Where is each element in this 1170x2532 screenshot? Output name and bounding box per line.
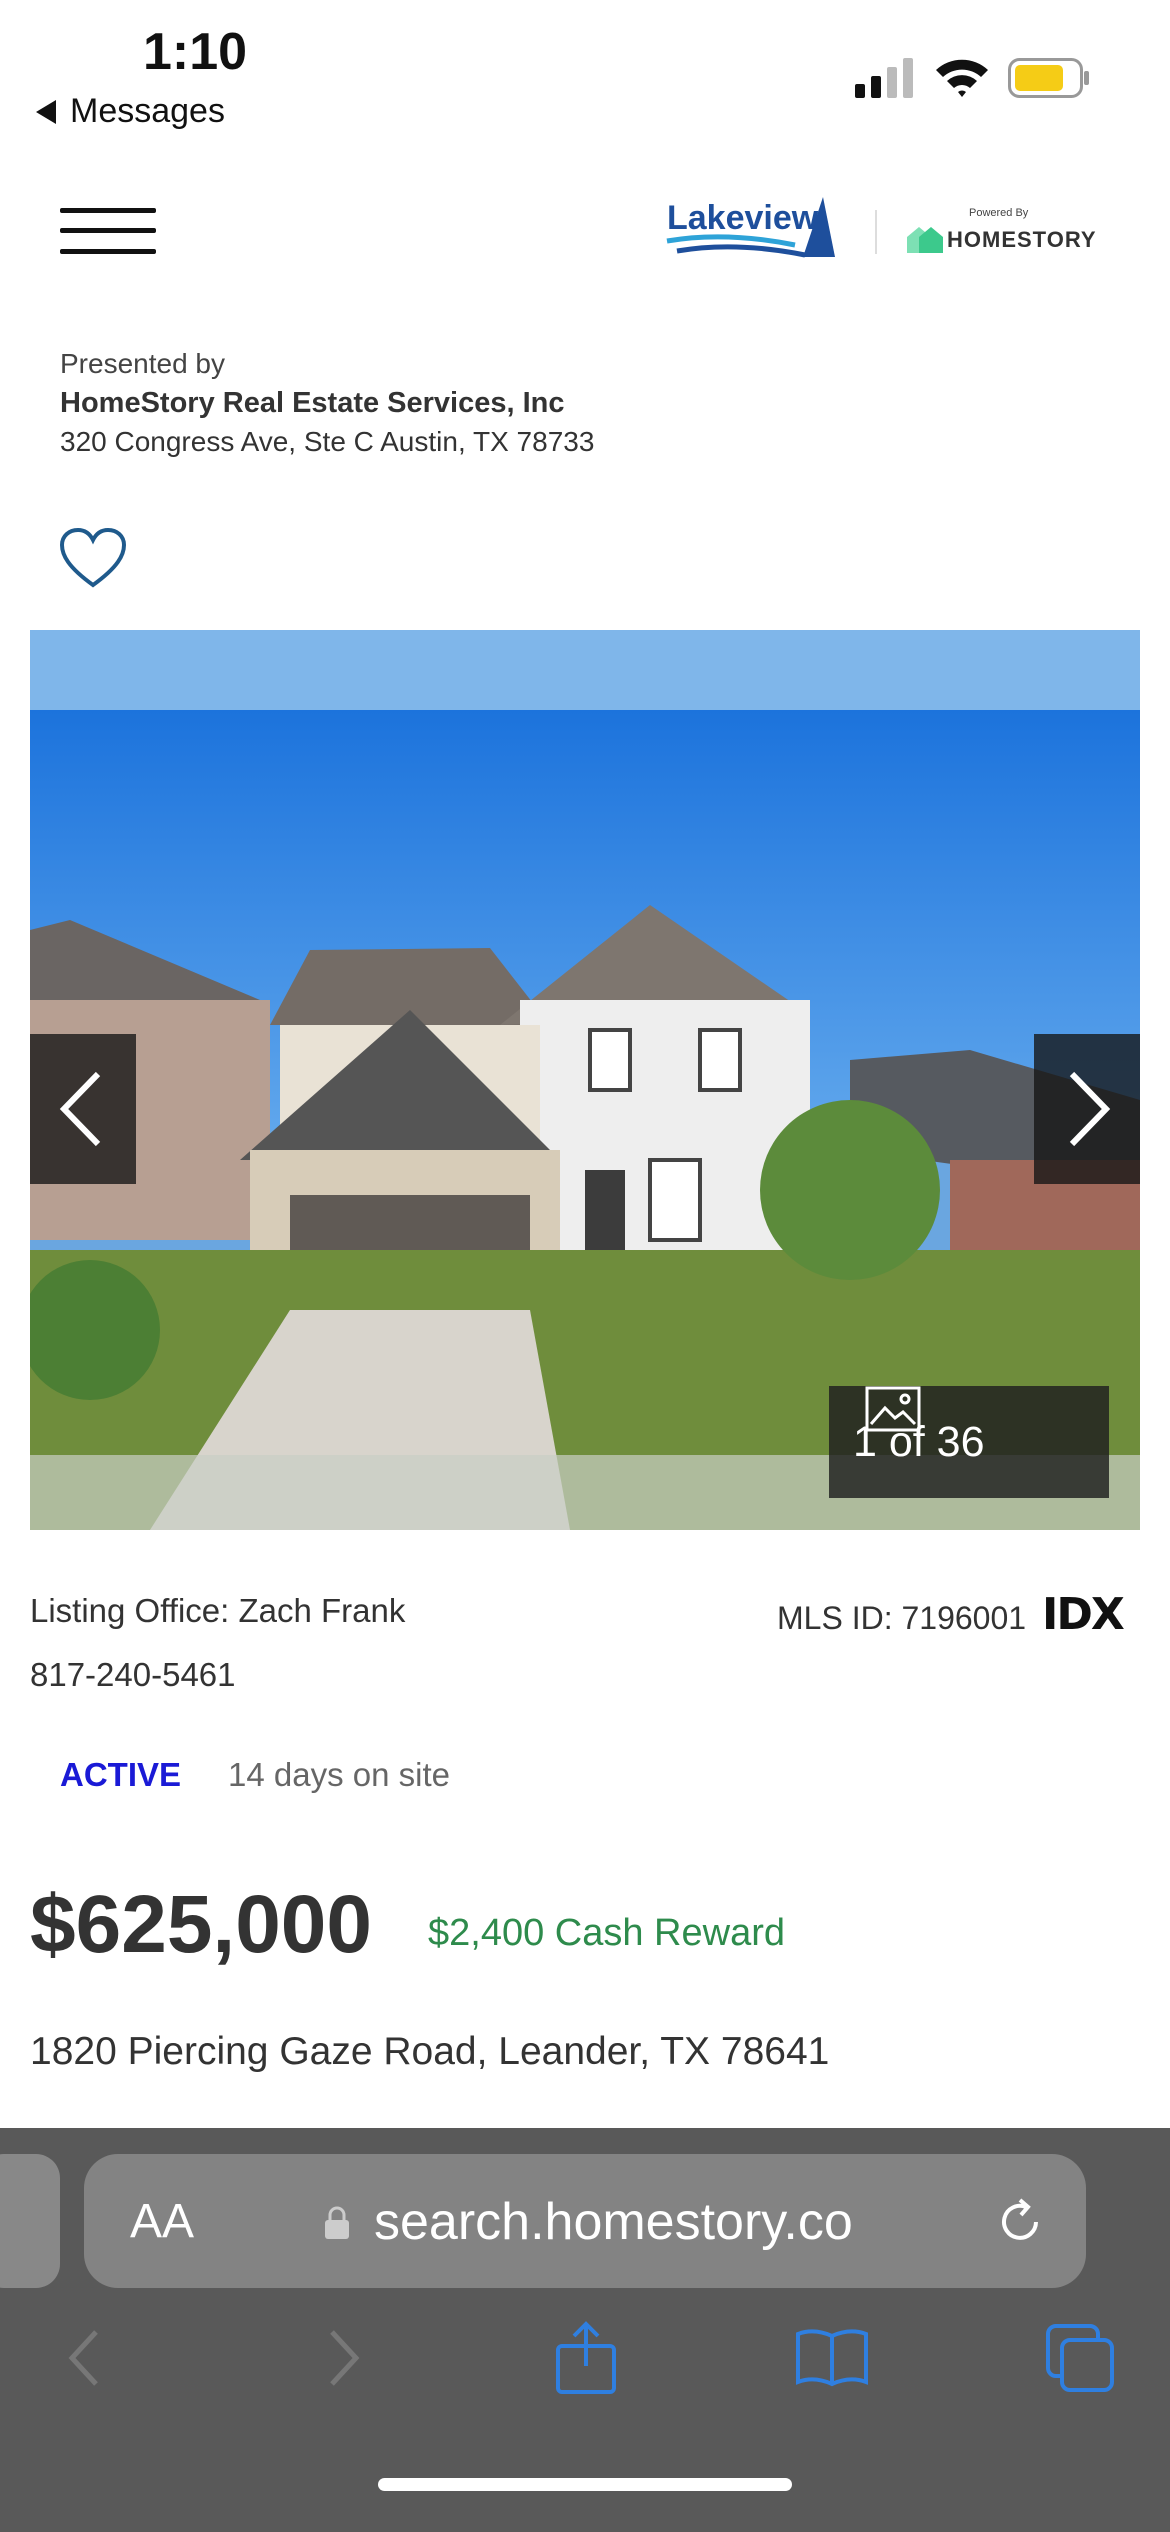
idx-logo-text: IDX — [1042, 1589, 1125, 1640]
menu-line — [60, 228, 156, 233]
broker-name: HomeStory Real Estate Services, Inc — [60, 387, 565, 419]
previous-tab-peek[interactable] — [0, 2154, 60, 2288]
lakeview-logo[interactable]: Lakeview — [665, 195, 840, 267]
cash-reward[interactable]: $2,400 Cash Reward — [428, 1912, 785, 1955]
chevron-left-icon — [59, 1071, 101, 1147]
address-bar[interactable]: AA search.homestory.co — [84, 2154, 1086, 2288]
home-indicator[interactable] — [378, 2478, 792, 2491]
listing-phone[interactable]: 817-240-5461 — [30, 1656, 236, 1694]
prev-photo-button[interactable] — [30, 1034, 136, 1184]
status-badge: ACTIVE — [60, 1756, 182, 1793]
back-app-label: Messages — [70, 92, 225, 130]
presented-by-label: Presented by — [60, 348, 225, 379]
favorite-heart-icon[interactable] — [58, 527, 128, 591]
lock-icon — [325, 2206, 349, 2239]
menu-line — [60, 249, 156, 254]
property-address: 1820 Piercing Gaze Road, Leander, TX 786… — [30, 2030, 830, 2073]
idx-logo: IDX — [1038, 1587, 1140, 1640]
share-icon[interactable] — [548, 2320, 624, 2396]
logo-divider — [875, 210, 877, 254]
image-icon — [865, 1386, 921, 1432]
chevron-right-icon — [1069, 1071, 1111, 1147]
back-to-messages[interactable]: Messages — [36, 92, 225, 131]
listing-price: $625,000 — [30, 1879, 373, 1970]
powered-by-label: Powered By — [969, 207, 1029, 219]
homestory-logo-text: HOMESTORY — [947, 227, 1097, 252]
cellular-signal-icon — [855, 58, 913, 98]
url-text: search.homestory.co — [374, 2193, 853, 2251]
homestory-house-icon — [907, 227, 943, 253]
listing-photo-carousel[interactable]: 1 of 36 — [30, 630, 1140, 1530]
listing-office: Listing Office: Zach Frank — [30, 1592, 406, 1629]
back-chevron-icon[interactable] — [50, 2320, 126, 2396]
homestory-logo[interactable]: Powered By HOMESTORY — [905, 205, 1097, 255]
days-on-site: 14 days on site — [228, 1756, 450, 1793]
back-triangle-icon — [36, 99, 56, 124]
wifi-icon — [936, 59, 988, 97]
next-photo-button[interactable] — [1034, 1034, 1140, 1184]
text-size-button[interactable]: AA — [130, 2194, 194, 2249]
mls-id: MLS ID: 7196001 — [777, 1600, 1027, 1636]
photo-counter-button[interactable]: 1 of 36 — [829, 1386, 1109, 1498]
tabs-icon[interactable] — [1042, 2320, 1118, 2396]
menu-button[interactable] — [60, 206, 156, 256]
menu-line — [60, 208, 156, 213]
reload-icon[interactable] — [992, 2194, 1048, 2250]
bookmarks-icon[interactable] — [794, 2320, 870, 2396]
lakeview-logo-text: Lakeview — [667, 199, 819, 237]
forward-chevron-icon[interactable] — [302, 2320, 378, 2396]
battery-icon — [1008, 58, 1089, 98]
status-time: 1:10 — [143, 23, 248, 81]
browser-toolbar: AA search.homestory.co — [0, 2128, 1170, 2532]
broker-address: 320 Congress Ave, Ste C Austin, TX 78733 — [60, 426, 595, 457]
